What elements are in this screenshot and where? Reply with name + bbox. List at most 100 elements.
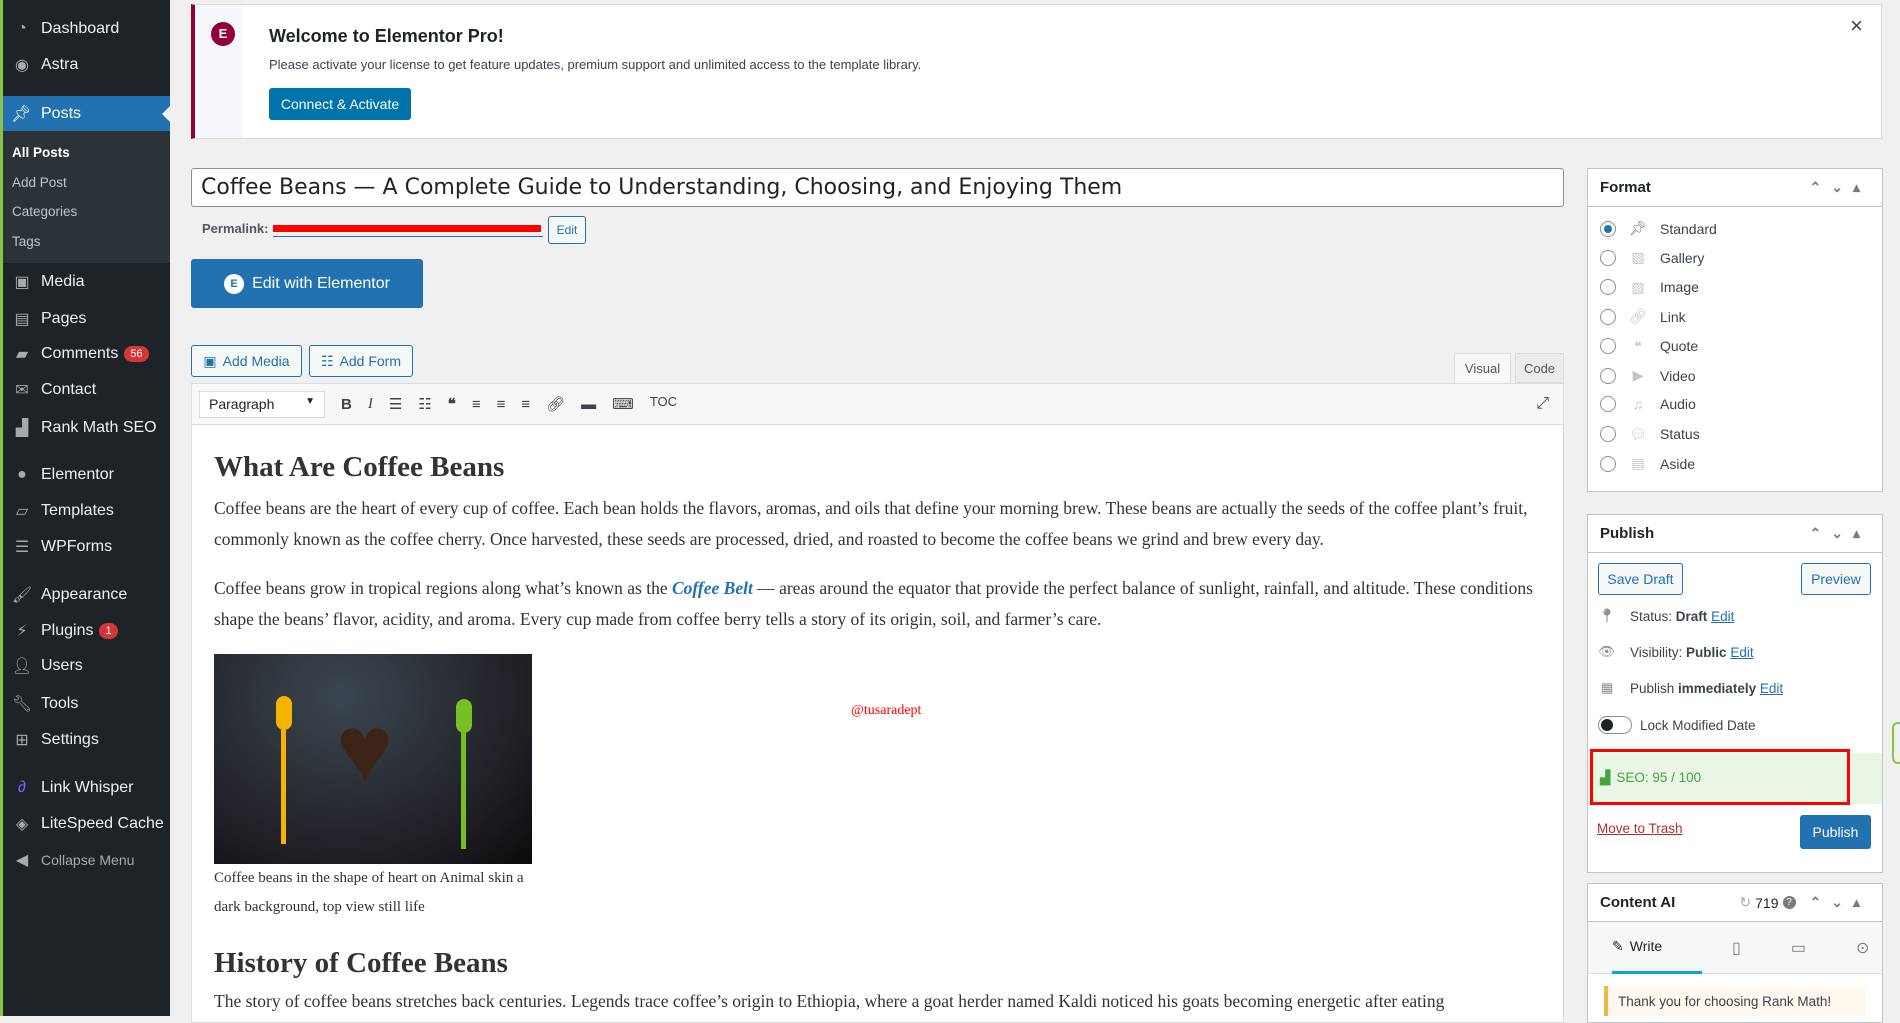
sidebar-item-contact[interactable]: ✉ Contact xyxy=(3,373,170,407)
sidebar-item-elementor[interactable]: ● Elementor xyxy=(3,458,170,492)
help-icon[interactable]: ? xyxy=(1782,896,1796,909)
sidebar-item-media[interactable]: ▣ Media xyxy=(3,265,170,299)
mail-icon: ✉ xyxy=(15,382,29,399)
visibility-edit-link[interactable]: Edit xyxy=(1730,645,1753,660)
box-controls[interactable]: ⌃⌄▴ xyxy=(1810,525,1871,542)
link-icon: 🔗︎ xyxy=(1629,308,1647,325)
format-option-standard[interactable]: 📌︎ Standard xyxy=(1600,220,1717,237)
box-controls[interactable]: ⌃⌄▴ xyxy=(1810,179,1871,196)
image-icon: ▨ xyxy=(1631,278,1645,295)
sidebar-item-settings[interactable]: ⊞ Settings xyxy=(3,723,170,757)
schedule-edit-link[interactable]: Edit xyxy=(1760,681,1783,696)
sidebar-item-link-whisper[interactable]: ∂ Link Whisper xyxy=(3,771,170,805)
collapse-icon: ◀ xyxy=(15,852,29,869)
status-edit-link[interactable]: Edit xyxy=(1711,609,1734,624)
radio-button[interactable] xyxy=(1600,249,1616,266)
permalink-link[interactable] xyxy=(273,221,543,237)
format-option-image[interactable]: ▨ Image xyxy=(1600,279,1699,296)
tab-write[interactable]: ✎ Write xyxy=(1612,922,1702,974)
align-left-icon[interactable]: ≡ xyxy=(472,396,481,413)
radio-button[interactable] xyxy=(1600,367,1616,384)
coffee-belt-link[interactable]: Coffee Belt xyxy=(672,578,753,598)
permalink-edit-button[interactable]: Edit xyxy=(548,216,586,244)
link-icon[interactable]: 🔗︎ xyxy=(546,395,565,413)
fullscreen-icon[interactable]: ⤢ xyxy=(1536,395,1549,413)
tab-code[interactable]: Code xyxy=(1515,353,1564,383)
elementor-logo-icon: E xyxy=(211,22,235,46)
sidebar-item-appearance[interactable]: 🖌︎ Appearance xyxy=(3,578,170,612)
add-media-button[interactable]: ▣ Add Media xyxy=(191,345,302,377)
coffee-beans-image[interactable]: ♥ xyxy=(214,654,532,864)
align-right-icon[interactable]: ≡ xyxy=(521,396,530,413)
format-option-audio[interactable]: ♫ Audio xyxy=(1600,396,1696,413)
radio-button[interactable] xyxy=(1600,426,1616,443)
edit-with-elementor-button[interactable]: E Edit with Elementor xyxy=(191,259,423,308)
sidebar-item-wpforms[interactable]: ☰ WPForms xyxy=(3,530,170,564)
sidebar-item-astra[interactable]: ◉ Astra xyxy=(3,48,170,82)
chat-icon[interactable]: ▭ xyxy=(1791,938,1806,958)
format-option-aside[interactable]: ▤ Aside xyxy=(1600,455,1695,472)
submenu-all-posts[interactable]: All Posts xyxy=(12,145,70,160)
seo-score[interactable]: ▟ SEO: 95 / 100 xyxy=(1600,770,1701,786)
content-ai-title: Content AI xyxy=(1600,894,1676,911)
admin-sidebar: ◔ Dashboard ◉ Astra 📌︎ Posts All Posts Add … xyxy=(0,0,170,1016)
visibility-row: 👁︎ Visibility: Public Edit xyxy=(1598,644,1754,660)
media-icon: ▣ xyxy=(14,274,30,291)
radio-button[interactable] xyxy=(1600,279,1616,296)
sidebar-item-rank-math-seo[interactable]: ▟ Rank Math SEO xyxy=(3,411,170,445)
add-form-button[interactable]: ☷ Add Form xyxy=(309,345,413,377)
sidebar-item-litespeed-cache[interactable]: ◈ LiteSpeed Cache xyxy=(3,807,170,841)
format-option-video[interactable]: ▶ Video xyxy=(1600,367,1696,384)
toc-button[interactable]: TOC xyxy=(650,394,677,409)
refresh-icon[interactable]: ↻ xyxy=(1739,894,1751,911)
format-option-link[interactable]: 🔗︎ Link xyxy=(1600,308,1686,325)
sidebar-item-tools[interactable]: 🔧︎ Tools xyxy=(3,687,170,721)
dashboard-icon: ◔ xyxy=(17,20,27,37)
permalink-label: Permalink: xyxy=(202,221,269,236)
submenu-categories[interactable]: Categories xyxy=(12,204,77,219)
radio-button[interactable] xyxy=(1600,220,1616,237)
sidebar-item-users[interactable]: 👤︎ Users xyxy=(3,649,170,683)
chevron-down-icon: ▼ xyxy=(305,395,315,407)
tab-visual[interactable]: Visual xyxy=(1454,353,1511,384)
connect-activate-button[interactable]: Connect & Activate xyxy=(269,88,411,120)
lock-modified-toggle[interactable] xyxy=(1598,716,1632,734)
toolbar-toggle-icon[interactable]: ⌨ xyxy=(612,395,634,413)
blockquote-icon[interactable]: ❝ xyxy=(448,395,456,413)
collapse-menu-button[interactable]: ◀ Collapse Menu xyxy=(3,843,170,877)
italic-icon[interactable]: I xyxy=(368,396,373,413)
document-icon[interactable]: ▯ xyxy=(1732,938,1741,958)
sidebar-item-pages[interactable]: ▤ Pages xyxy=(3,302,170,336)
radio-button[interactable] xyxy=(1600,455,1616,472)
publish-button[interactable]: Publish xyxy=(1800,815,1871,849)
radio-button[interactable] xyxy=(1600,308,1616,325)
sidebar-item-plugins[interactable]: ⚡︎ Plugins 1 xyxy=(3,614,170,648)
align-center-icon[interactable]: ≡ xyxy=(497,396,506,413)
save-draft-button[interactable]: Save Draft xyxy=(1598,563,1683,595)
format-select[interactable]: Paragraph ▼ xyxy=(199,390,325,418)
format-option-status[interactable]: 💬︎ Status xyxy=(1600,426,1700,443)
close-notice-button[interactable]: × xyxy=(1850,13,1863,39)
sidebar-item-dashboard[interactable]: ◔ Dashboard xyxy=(3,12,170,46)
radio-button[interactable] xyxy=(1600,396,1616,413)
link-icon: ∂ xyxy=(18,779,26,796)
sidebar-item-posts[interactable]: 📌︎ Posts xyxy=(3,96,170,131)
box-controls[interactable]: ⌃⌄▴ xyxy=(1810,894,1871,911)
side-tab-handle[interactable] xyxy=(1892,722,1900,764)
format-option-gallery[interactable]: ▧ Gallery xyxy=(1600,249,1704,266)
watermark: @tusaradept xyxy=(851,703,922,718)
submenu-add-post[interactable]: Add Post xyxy=(12,175,67,190)
submenu-tags[interactable]: Tags xyxy=(12,234,41,249)
move-to-trash-link[interactable]: Move to Trash xyxy=(1597,821,1683,836)
bullet-list-icon[interactable]: ☰ xyxy=(389,395,402,413)
sidebar-item-templates[interactable]: ▱ Templates xyxy=(3,494,170,528)
scan-icon[interactable]: ⊙ xyxy=(1856,938,1869,958)
radio-button[interactable] xyxy=(1600,338,1616,355)
numbered-list-icon[interactable]: ☷ xyxy=(418,395,431,413)
bold-icon[interactable]: B xyxy=(341,396,352,413)
format-option-quote[interactable]: ❝ Quote xyxy=(1600,338,1698,355)
sidebar-item-comments[interactable]: ▰ Comments 56 xyxy=(3,337,170,371)
post-title-input[interactable]: Coffee Beans — A Complete Guide to Under… xyxy=(191,168,1564,207)
read-more-icon[interactable]: ▬ xyxy=(581,396,596,413)
preview-button[interactable]: Preview xyxy=(1801,563,1871,595)
